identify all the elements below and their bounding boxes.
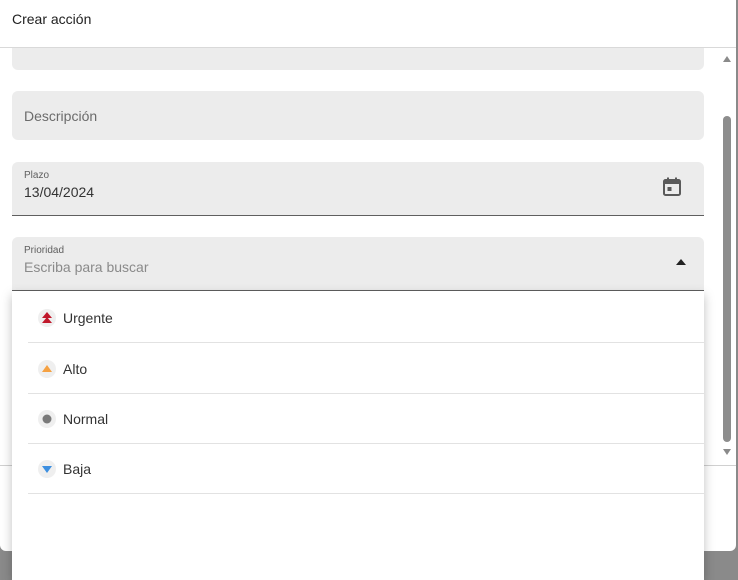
calendar-icon[interactable] (662, 177, 682, 197)
option-label: Alto (63, 361, 88, 377)
priority-option-alto[interactable]: Alto (28, 343, 704, 394)
top-field-partial[interactable] (12, 48, 704, 70)
priority-dropdown: Urgente Alto Normal Baja (12, 291, 704, 580)
prioridad-search-placeholder[interactable]: Escriba para buscar (24, 259, 149, 275)
dialog-title: Crear acción (12, 11, 92, 27)
priority-option-normal[interactable]: Normal (28, 393, 704, 444)
plazo-label: Plazo (24, 170, 50, 181)
scroll-down-icon[interactable] (723, 449, 731, 455)
option-label: Baja (63, 461, 92, 477)
description-field[interactable]: Descripción (12, 91, 704, 140)
scroll-up-icon[interactable] (723, 56, 731, 62)
triangle-down-icon (38, 460, 56, 478)
double-arrow-up-icon (38, 309, 56, 327)
option-label: Normal (63, 411, 109, 427)
caret-up-icon[interactable] (676, 259, 686, 265)
plazo-field[interactable]: Plazo 13/04/2024 (12, 162, 704, 216)
footer-divider-right (704, 465, 736, 466)
prioridad-label: Prioridad (24, 245, 65, 256)
prioridad-field[interactable]: Prioridad Escriba para buscar (12, 237, 704, 291)
option-label: Urgente (63, 310, 113, 326)
footer-divider (0, 465, 12, 466)
priority-option-baja[interactable]: Baja (28, 443, 704, 494)
scrollbar-thumb[interactable] (723, 116, 731, 442)
priority-option-urgente[interactable]: Urgente (28, 292, 704, 343)
plazo-value: 13/04/2024 (24, 184, 95, 200)
dialog-header: Crear acción (0, 0, 736, 48)
circle-icon (38, 410, 56, 428)
dialog-scrollbar[interactable] (720, 52, 734, 460)
description-placeholder: Descripción (24, 108, 98, 124)
triangle-up-icon (38, 360, 56, 378)
